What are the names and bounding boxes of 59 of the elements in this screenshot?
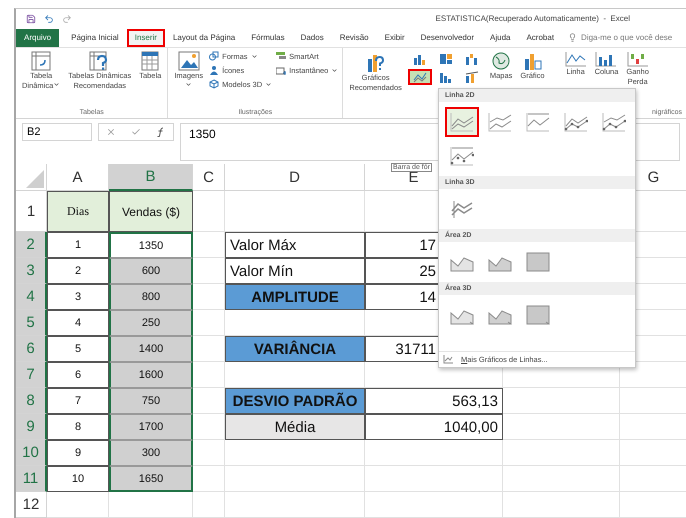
- table-cell: 10: [47, 466, 109, 492]
- table-cell: 1400: [109, 336, 193, 362]
- row-header[interactable]: 10: [16, 440, 47, 466]
- ribbon-tab[interactable]: Layout da Página: [164, 28, 244, 48]
- table-cell: 563,13: [365, 388, 503, 414]
- row-header[interactable]: 1: [16, 191, 47, 232]
- ribbon-tab[interactable]: Dados: [292, 28, 332, 48]
- table-cell: Média: [225, 414, 365, 440]
- table-cell: 5: [47, 336, 109, 362]
- table-cell: 750: [109, 388, 193, 414]
- table-cell: 6: [47, 362, 109, 388]
- ribbon-tab[interactable]: Fórmulas: [243, 28, 293, 48]
- ribbon-tab[interactable]: Ajuda: [482, 28, 518, 48]
- ribbon-tab[interactable]: Acrobat: [518, 28, 562, 48]
- row-header[interactable]: 8: [16, 388, 47, 414]
- column-header[interactable]: B: [109, 164, 193, 191]
- row-header[interactable]: 7: [16, 362, 47, 388]
- table-cell: VARIÂNCIA: [225, 336, 365, 362]
- table-cell: 250: [109, 310, 193, 336]
- table-cell: Valor Máx: [225, 232, 365, 258]
- ribbon-tab[interactable]: Página Inicial: [63, 28, 127, 48]
- ribbon-tab[interactable]: Exibir: [376, 28, 413, 48]
- table-cell: 1650: [109, 466, 193, 492]
- ribbon-tab[interactable]: Desenvolvedor: [412, 28, 482, 48]
- window-title: ESTATISTICA(Recuperado Automaticamente) - Excel: [436, 14, 630, 24]
- ribbon-tab[interactable]: Revisão: [332, 28, 377, 48]
- table-cell: 1040,00: [365, 414, 503, 440]
- table-cell: 800: [109, 284, 193, 310]
- row-header[interactable]: 5: [16, 310, 47, 336]
- name-box[interactable]: B2: [22, 122, 92, 141]
- table-cell: 2: [47, 258, 109, 284]
- table-cell: 1700: [109, 414, 193, 440]
- table-cell: 7: [47, 388, 109, 414]
- row-header[interactable]: 4: [16, 284, 47, 310]
- row-header[interactable]: 3: [16, 258, 47, 284]
- row-header[interactable]: 12: [16, 492, 47, 518]
- column-header[interactable]: D: [225, 164, 365, 191]
- column-header[interactable]: A: [47, 164, 109, 191]
- column-header[interactable]: C: [193, 164, 225, 191]
- table-cell: 600: [109, 258, 193, 284]
- row-header[interactable]: 2: [16, 232, 47, 258]
- table-cell: Valor Mín: [225, 258, 365, 284]
- row-header[interactable]: 11: [16, 466, 47, 492]
- ribbon-tab[interactable]: Arquivo: [16, 28, 60, 48]
- ribbon-tab[interactable]: Inserir: [126, 28, 165, 48]
- row-header[interactable]: 6: [16, 336, 47, 362]
- row-header[interactable]: 9: [16, 414, 47, 440]
- table-cell: 4: [47, 310, 109, 336]
- table-cell: 1: [47, 232, 109, 258]
- table-cell: 9: [47, 440, 109, 466]
- table-cell: 1600: [109, 362, 193, 388]
- tell-me-field[interactable]: Diga-me o que você dese: [581, 33, 672, 42]
- table-cell: Vendas ($): [109, 191, 193, 232]
- table-cell: Dias: [47, 191, 109, 232]
- table-cell: 3: [47, 284, 109, 310]
- table-cell: DESVIO PADRÃO: [225, 388, 365, 414]
- table-cell: 300: [109, 440, 193, 466]
- table-cell: AMPLITUDE: [225, 284, 365, 310]
- table-cell: 8: [47, 414, 109, 440]
